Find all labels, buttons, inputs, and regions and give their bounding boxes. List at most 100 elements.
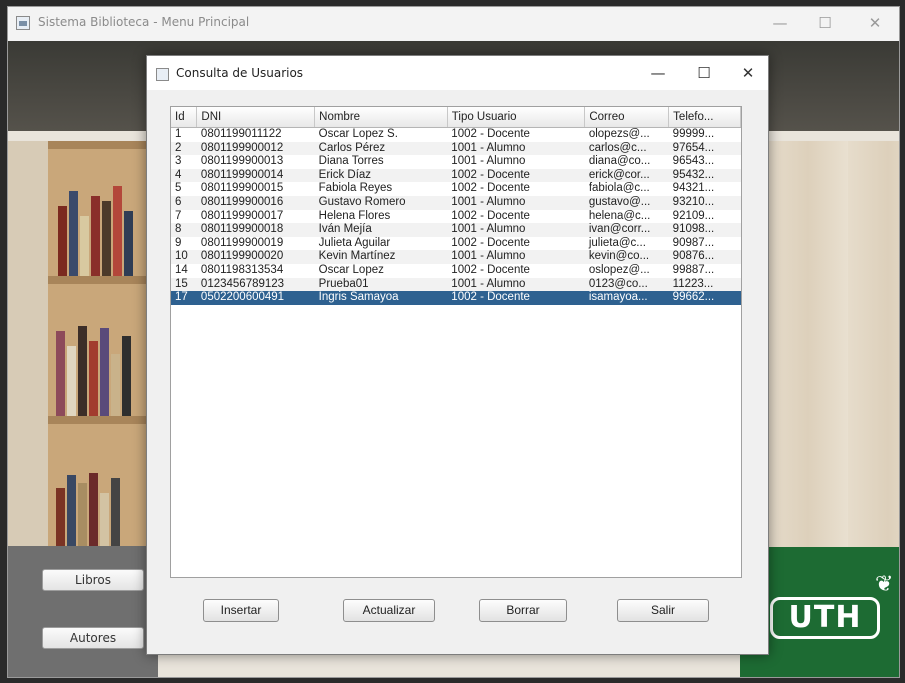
table-cell[interactable]: Carlos Pérez: [314, 141, 448, 156]
table-cell[interactable]: 1001 - Alumno: [447, 195, 585, 210]
table-row[interactable]: 1 0801199011122 Oscar Lopez S. 1002 - Docen…: [171, 128, 741, 142]
table-cell[interactable]: Prueba01: [314, 277, 448, 292]
table-cell[interactable]: 0123456789123: [196, 277, 315, 292]
table-cell[interactable]: Ingris Samayoa: [314, 291, 448, 305]
table-cell[interactable]: 93210...: [668, 195, 741, 210]
table-cell[interactable]: 1001 - Alumno: [447, 141, 585, 156]
table-row[interactable]: 6 0801199900016 Gustavo Romero 1001 - Alumn…: [171, 195, 741, 210]
minimize-button[interactable]: —: [760, 11, 800, 35]
maximize-button[interactable]: ☐: [805, 11, 845, 35]
table-cell[interactable]: oslopez@...: [585, 264, 669, 278]
table-cell[interactable]: erick@cor...: [584, 168, 669, 183]
table-row[interactable]: 7 0801199900017 Helena Flores 1002 - Docent…: [171, 210, 741, 224]
table-cell[interactable]: 1001 - Alumno: [447, 223, 585, 237]
table-cell[interactable]: 1002 - Docente: [447, 128, 585, 142]
table-cell[interactable]: 0801198313534: [197, 264, 315, 278]
table-cell[interactable]: isamayoa...: [584, 291, 669, 305]
table-cell[interactable]: 1002 - Docente: [447, 182, 585, 196]
table-row[interactable]: 3 0801199900013 Diana Torres 1001 - Alumno d…: [171, 155, 741, 169]
table-cell[interactable]: 99662...: [668, 291, 741, 305]
table-cell[interactable]: 17: [171, 291, 197, 305]
table-row[interactable]: 17 0502200600491 Ingris Samayoa 1002 - Doce…: [171, 291, 741, 305]
table-cell[interactable]: 1002 - Docente: [447, 237, 585, 251]
table-cell[interactable]: 0801199900014: [196, 168, 315, 183]
table-cell[interactable]: 0801199900015: [197, 182, 315, 196]
table-row[interactable]: 4 0801199900014 Erick Díaz 1002 - Docente er…: [171, 168, 741, 183]
table-cell[interactable]: 7: [171, 210, 197, 224]
table-cell[interactable]: 97654...: [668, 141, 741, 156]
table-cell[interactable]: 0801199900013: [197, 155, 315, 169]
table-cell[interactable]: 0801199900016: [196, 195, 315, 210]
table-cell[interactable]: 11223...: [668, 277, 741, 292]
table-cell[interactable]: 90876...: [668, 250, 741, 264]
table-cell[interactable]: carlos@c...: [584, 141, 669, 156]
table-cell[interactable]: 92109...: [669, 210, 741, 224]
table-cell[interactable]: julieta@c...: [585, 237, 669, 251]
table-cell[interactable]: 6: [171, 195, 197, 210]
borrar-button[interactable]: Borrar: [479, 599, 567, 622]
column-header[interactable]: Nombre: [314, 107, 448, 128]
table-cell[interactable]: 94321...: [669, 182, 741, 196]
table-row[interactable]: 2 0801199900012 Carlos Pérez 1001 - Alumno c…: [171, 141, 741, 156]
table-cell[interactable]: 0801199900020: [196, 250, 315, 264]
table-cell[interactable]: 1002 - Docente: [447, 264, 585, 278]
table-cell[interactable]: 1001 - Alumno: [447, 155, 585, 169]
table-cell[interactable]: 2: [171, 141, 197, 156]
table-cell[interactable]: Iván Mejía: [314, 223, 448, 237]
table-cell[interactable]: 1001 - Alumno: [447, 277, 585, 292]
table-cell[interactable]: 14: [171, 264, 197, 278]
table-row[interactable]: 15 0123456789123 Prueba01 1001 - Alumno 0123…: [171, 277, 741, 292]
table-cell[interactable]: 8: [171, 223, 197, 237]
table-row[interactable]: 5 0801199900015 Fabiola Reyes 1002 - Docent…: [171, 182, 741, 196]
table-cell[interactable]: 3: [171, 155, 197, 169]
table-cell[interactable]: Kevin Martínez: [314, 250, 448, 264]
close-button[interactable]: ✕: [855, 11, 895, 35]
table-cell[interactable]: fabiola@c...: [585, 182, 669, 196]
table-cell[interactable]: 1002 - Docente: [447, 168, 585, 183]
table-cell[interactable]: 0123@co...: [584, 277, 669, 292]
table-cell[interactable]: 5: [171, 182, 197, 196]
dialog-close-button[interactable]: ✕: [728, 60, 768, 86]
table-cell[interactable]: 1: [171, 128, 197, 142]
table-cell[interactable]: 0801199900017: [197, 210, 315, 224]
table-cell[interactable]: helena@c...: [585, 210, 669, 224]
table-cell[interactable]: 15: [171, 277, 197, 292]
table-cell[interactable]: gustavo@...: [584, 195, 669, 210]
table-cell[interactable]: 1002 - Docente: [447, 210, 585, 224]
table-cell[interactable]: Helena Flores: [315, 210, 448, 224]
table-cell[interactable]: Fabiola Reyes: [315, 182, 448, 196]
salir-button[interactable]: Salir: [617, 599, 709, 622]
table-cell[interactable]: olopezs@...: [585, 128, 669, 142]
table-cell[interactable]: 0801199900012: [196, 141, 315, 156]
table-row[interactable]: 14 0801198313534 Oscar Lopez 1002 - Docente…: [171, 264, 741, 278]
table-cell[interactable]: kevin@co...: [584, 250, 669, 264]
table-cell[interactable]: Gustavo Romero: [314, 195, 448, 210]
table-cell[interactable]: 0502200600491: [196, 291, 315, 305]
table-cell[interactable]: Erick Díaz: [314, 168, 448, 183]
table-cell[interactable]: 0801199900018: [196, 223, 315, 237]
table-cell[interactable]: 1001 - Alumno: [447, 250, 585, 264]
table-cell[interactable]: 10: [171, 250, 197, 264]
column-header[interactable]: Id: [171, 107, 198, 128]
dialog-maximize-button[interactable]: ☐: [684, 60, 724, 86]
usuarios-table[interactable]: Id DNI Nombre Tipo Usuario Correo Telefo... 1…: [171, 107, 741, 305]
table-cell[interactable]: 4: [171, 168, 197, 183]
table-cell[interactable]: Diana Torres: [315, 155, 448, 169]
table-cell[interactable]: 9: [171, 237, 197, 251]
table-cell[interactable]: 99999...: [669, 128, 741, 142]
table-cell[interactable]: Oscar Lopez S.: [315, 128, 448, 142]
table-cell[interactable]: Julieta Aguilar: [315, 237, 448, 251]
column-header[interactable]: Correo: [584, 107, 670, 128]
table-cell[interactable]: 96543...: [669, 155, 741, 169]
table-cell[interactable]: 95432...: [668, 168, 741, 183]
table-cell[interactable]: Oscar Lopez: [315, 264, 448, 278]
usuarios-table-scrollpane[interactable]: Id DNI Nombre Tipo Usuario Correo Telefo... 1…: [170, 106, 742, 578]
insertar-button[interactable]: Insertar: [203, 599, 279, 622]
table-cell[interactable]: diana@co...: [585, 155, 669, 169]
column-header[interactable]: Tipo Usuario: [447, 107, 586, 128]
table-cell[interactable]: 0801199900019: [197, 237, 315, 251]
table-row[interactable]: 8 0801199900018 Iván Mejía 1001 - Alumno iva…: [171, 223, 741, 237]
table-cell[interactable]: 1002 - Docente: [447, 291, 585, 305]
column-header[interactable]: DNI: [196, 107, 316, 128]
table-cell[interactable]: 90987...: [669, 237, 741, 251]
